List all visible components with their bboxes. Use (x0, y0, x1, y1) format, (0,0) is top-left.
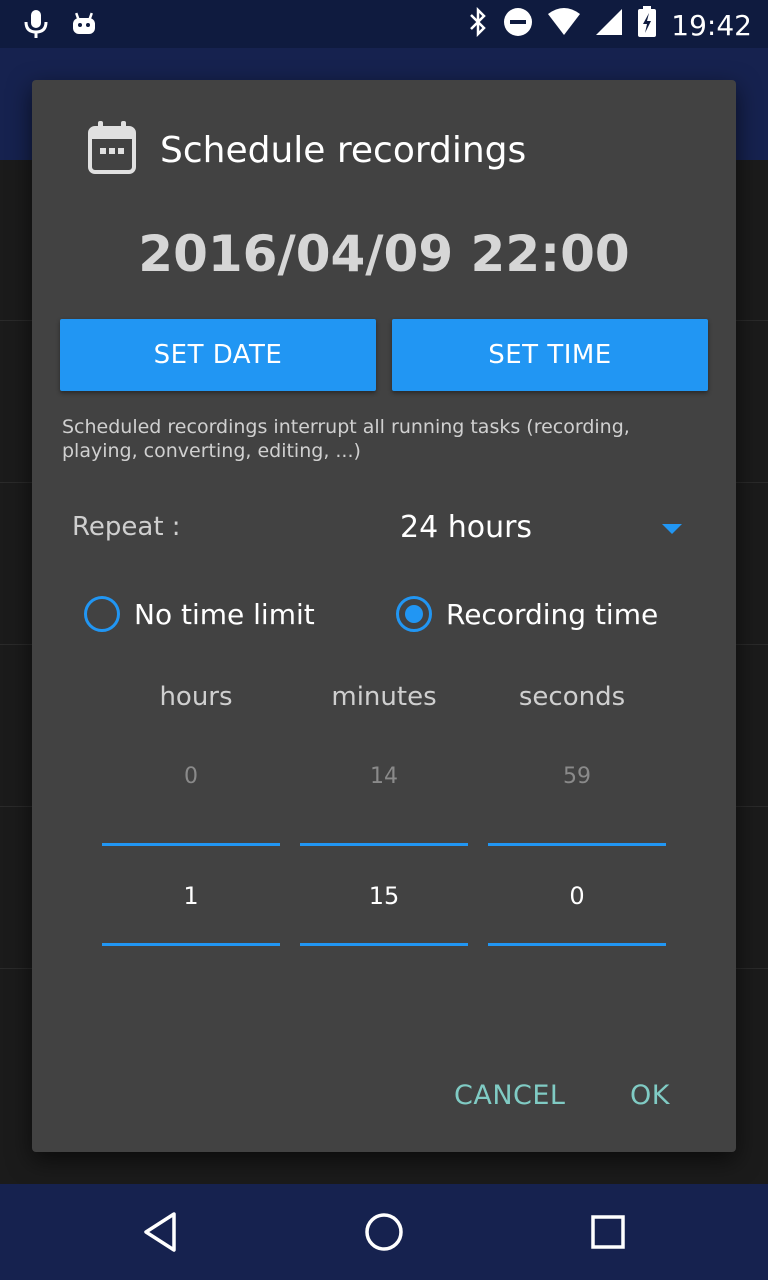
cell-signal-icon (595, 8, 623, 43)
radio-unchecked-icon[interactable] (84, 596, 120, 632)
set-date-button[interactable]: SET DATE (60, 319, 376, 391)
status-time: 19:42 (671, 9, 752, 42)
navigation-bar (0, 1184, 768, 1280)
seconds-header: seconds (518, 682, 626, 712)
radio-label: No time limit (134, 597, 315, 631)
schedule-recordings-dialog: Schedule recordings 2016/04/09 22:00 SET… (32, 80, 736, 1152)
status-bar: 19:42 (0, 0, 768, 48)
dialog-title: Schedule recordings (160, 129, 527, 171)
calendar-icon (86, 120, 138, 180)
hours-divider-bottom (102, 943, 280, 946)
battery-charging-icon (637, 6, 657, 45)
android-icon (70, 10, 98, 42)
repeat-label: Repeat : (72, 512, 181, 542)
minutes-divider-bottom (300, 943, 468, 946)
set-time-button[interactable]: SET TIME (392, 319, 708, 391)
repeat-dropdown[interactable]: 24 hours (400, 510, 532, 545)
seconds-previous-value[interactable]: 59 (488, 764, 666, 789)
seconds-divider-bottom (488, 943, 666, 946)
dropdown-arrow-icon[interactable] (662, 524, 682, 534)
seconds-divider-top (488, 843, 666, 846)
minutes-divider-top (300, 843, 468, 846)
minutes-picker-value[interactable]: 15 (300, 882, 468, 910)
home-icon[interactable] (354, 1202, 414, 1262)
cancel-button[interactable]: CANCEL (454, 1080, 565, 1111)
hours-divider-top (102, 843, 280, 846)
dialog-header: Schedule recordings (86, 120, 526, 180)
radio-no-time-limit[interactable]: No time limit (84, 596, 315, 632)
radio-checked-icon[interactable] (396, 596, 432, 632)
radio-recording-time[interactable]: Recording time (396, 596, 658, 632)
do-not-disturb-icon (503, 7, 533, 44)
hours-header: hours (159, 682, 233, 712)
bluetooth-icon (467, 6, 489, 44)
scheduled-datetime: 2016/04/09 22:00 (138, 225, 630, 283)
hours-previous-value[interactable]: 0 (102, 764, 280, 789)
microphone-icon (22, 8, 50, 44)
recents-icon[interactable] (578, 1202, 638, 1262)
back-icon[interactable] (130, 1202, 190, 1262)
ok-button[interactable]: OK (630, 1080, 670, 1111)
minutes-header: minutes (331, 682, 437, 712)
wifi-icon (547, 8, 581, 43)
schedule-note: Scheduled recordings interrupt all runni… (62, 416, 630, 462)
minutes-previous-value[interactable]: 14 (300, 764, 468, 789)
seconds-picker-value[interactable]: 0 (488, 882, 666, 910)
radio-label: Recording time (446, 597, 659, 631)
hours-picker-value[interactable]: 1 (102, 882, 280, 910)
